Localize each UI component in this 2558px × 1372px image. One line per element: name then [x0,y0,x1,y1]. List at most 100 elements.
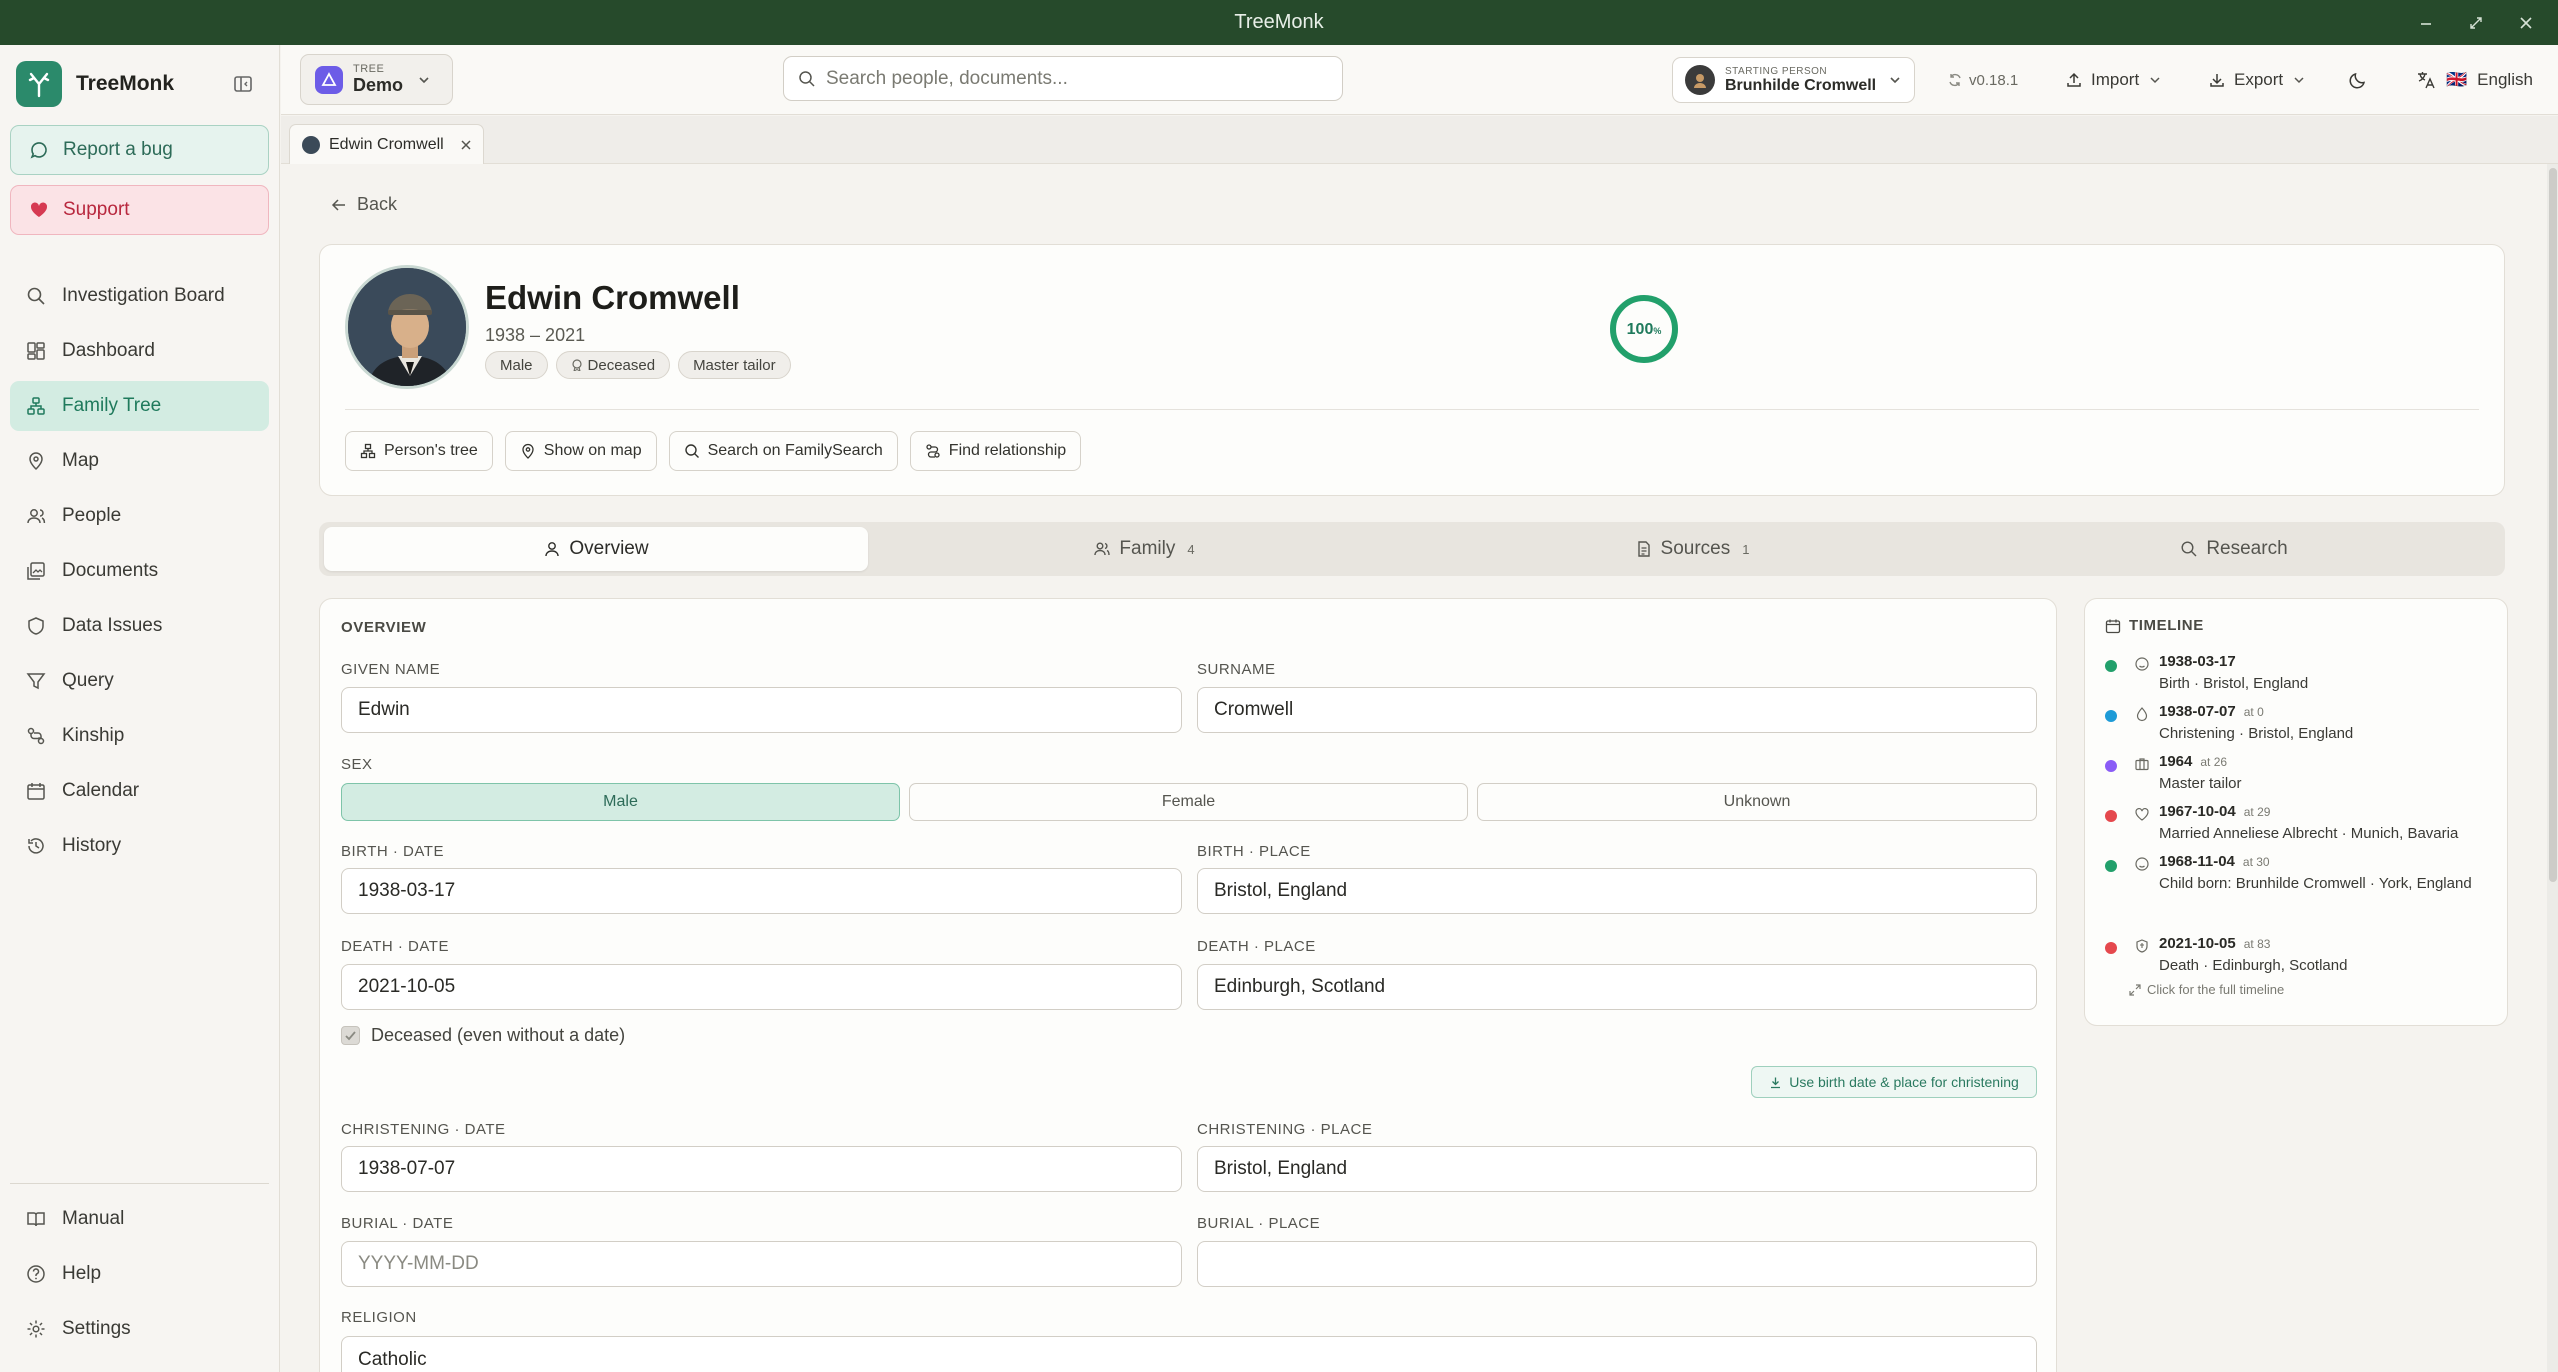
christening-date-input[interactable]: 1938-07-07 [341,1146,1182,1192]
export-button[interactable]: Export [2208,45,2305,115]
tab-research[interactable]: Research [1968,527,2500,571]
sidebar-item-kinship[interactable]: Kinship [10,711,269,761]
close-icon[interactable] [460,139,472,151]
tab-edwin-cromwell[interactable]: Edwin Cromwell [289,124,484,164]
given-name-input[interactable]: Edwin [341,687,1182,733]
christening-date-label: CHRISTENING · DATE [341,1121,506,1138]
report-bug-button[interactable]: Report a bug [10,125,269,175]
search-input[interactable]: Search people, documents... [783,56,1343,101]
version-indicator[interactable]: v0.18.1 [1947,45,2018,115]
sidebar-item-query[interactable]: Query [10,656,269,706]
use-birth-for-christening-button[interactable]: Use birth date & place for christening [1751,1066,2037,1098]
religion-input[interactable]: Catholic [341,1336,2037,1372]
chevron-down-icon [2293,74,2305,86]
topbar: TREE Demo Search people, documents... ST… [281,45,2558,115]
starting-person-name: Brunhilde Cromwell [1725,76,1877,94]
brand-name: TreeMonk [76,72,175,95]
import-button[interactable]: Import [2065,45,2161,115]
timeline-title: TIMELINE [2129,617,2204,634]
timeline-date-text: 1967-10-04 [2159,803,2236,820]
chevron-down-icon [417,73,431,87]
theme-toggle-moon-icon[interactable] [2348,45,2368,115]
birth-place-input[interactable]: Bristol, England [1197,868,2037,914]
sidebar-item-people[interactable]: People [10,491,269,541]
collapse-sidebar-icon[interactable] [232,73,254,95]
birth-place-label: BIRTH · PLACE [1197,843,1311,860]
sex-unknown-button[interactable]: Unknown [1477,783,2037,821]
show-on-map-button[interactable]: Show on map [504,431,657,471]
search-familysearch-button[interactable]: Search on FamilySearch [668,431,898,471]
person-name: Edwin Cromwell [485,279,740,316]
birth-icon [2134,656,2150,672]
timeline-event-text: Death · Edinburgh, Scotland [2159,957,2348,974]
sidebar-item-investigation-board[interactable]: Investigation Board [10,271,269,321]
water-drop-icon [2134,706,2150,722]
birth-date-input[interactable]: 1938-03-17 [341,868,1182,914]
sidebar-item-family-tree[interactable]: Family Tree [10,381,269,431]
import-label: Import [2091,70,2140,89]
burial-place-input[interactable] [1197,1241,2037,1287]
sidebar-item-map[interactable]: Map [10,436,269,486]
full-timeline-link[interactable]: Click for the full timeline [2129,982,2284,997]
find-relationship-button[interactable]: Find relationship [909,431,1082,471]
burial-date-input[interactable]: YYYY-MM-DD [341,1241,1182,1287]
sidebar-item-label: Kinship [62,725,125,746]
surname-input[interactable]: Cromwell [1197,687,2037,733]
sidebar-item-help[interactable]: Help [10,1249,269,1299]
christening-place-input[interactable]: Bristol, England [1197,1146,2037,1192]
sidebar-item-label: History [62,835,122,856]
sidebar-item-manual[interactable]: Manual [10,1194,269,1244]
persons-tree-button[interactable]: Person's tree [345,431,493,471]
burial-place-label: BURIAL · PLACE [1197,1215,1321,1232]
sex-female-button[interactable]: Female [909,783,1468,821]
scrollbar-thumb[interactable] [2549,168,2557,882]
sidebar-item-settings[interactable]: Settings [10,1304,269,1354]
minimize-icon[interactable] [2418,0,2434,45]
dashboard-icon [26,341,46,361]
window-title: TreeMonk [1234,11,1324,33]
sidebar-item-documents[interactable]: Documents [10,546,269,596]
timeline-event-text: Birth · Bristol, England [2159,675,2309,692]
find-relationship-label: Find relationship [948,442,1067,459]
sex-male-button[interactable]: Male [341,783,900,821]
timeline-date-text: 1968-11-04 [2159,853,2235,870]
version-label: v0.18.1 [1969,71,2019,89]
tree-selector[interactable]: TREE Demo [300,54,453,105]
search-familysearch-label: Search on FamilySearch [707,442,883,459]
timeline-event-date: 1967-10-04 at 29 [2159,803,2270,820]
documents-icon [26,561,46,581]
timeline-dot [2105,760,2117,772]
search-icon [26,286,46,306]
close-window-icon[interactable] [2518,0,2534,45]
map-pin-icon [520,443,536,459]
maximize-icon[interactable] [2468,0,2484,45]
deceased-checkbox[interactable] [341,1026,360,1045]
sidebar-item-data-issues[interactable]: Data Issues [10,601,269,651]
sidebar-item-history[interactable]: History [10,821,269,871]
starting-person-caption: STARTING PERSON [1725,65,1828,77]
people-icon [1093,540,1111,558]
starting-person-selector[interactable]: STARTING PERSON Brunhilde Cromwell [1672,57,1915,103]
filter-icon [26,671,46,691]
timeline-dot [2105,942,2117,954]
sidebar-item-dashboard[interactable]: Dashboard [10,326,269,376]
death-place-input[interactable]: Edinburgh, Scotland [1197,964,2037,1010]
language-selector[interactable]: 🇬🇧 English [2416,45,2533,115]
tab-family[interactable]: Family 4 [872,527,1416,571]
tab-research-label: Research [2206,538,2288,559]
open-tabs-strip: Edwin Cromwell [281,116,2558,164]
timeline-age: at 26 [2200,755,2228,769]
timeline-event-date: 2021-10-05 at 83 [2159,935,2270,952]
support-button[interactable]: Support [10,185,269,235]
sidebar-item-calendar[interactable]: Calendar [10,766,269,816]
window-titlebar: TreeMonk [0,0,2558,45]
back-button[interactable]: Back [331,194,397,215]
timeline-card[interactable]: TIMELINE 1938-03-17 Birth · Bristol, Engl… [2084,598,2508,1026]
person-avatar[interactable] [345,265,469,389]
tab-overview[interactable]: Overview [324,527,868,571]
given-name-label: GIVEN NAME [341,661,441,678]
sidebar-item-label: Calendar [62,780,140,801]
death-date-input[interactable]: 2021-10-05 [341,964,1182,1010]
person-icon [543,540,561,558]
tab-sources[interactable]: Sources 1 [1420,527,1964,571]
